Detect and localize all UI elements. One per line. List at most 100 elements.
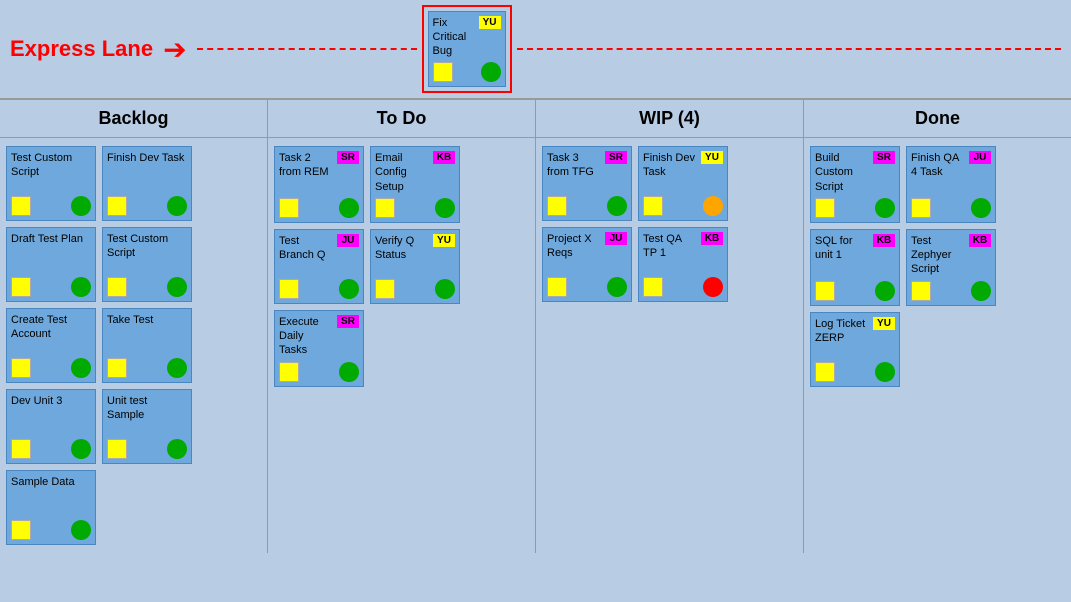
card[interactable]: Dev Unit 3: [6, 389, 96, 464]
express-card-square: [433, 62, 453, 82]
card-top: Task 2 from REMSR: [279, 151, 359, 180]
card-top: Unit test Sample: [107, 394, 187, 423]
card[interactable]: Project X ReqsJU: [542, 227, 632, 302]
card-title: Draft Test Plan: [11, 232, 91, 246]
card-circle: [875, 362, 895, 382]
card[interactable]: Build Custom ScriptSR: [810, 146, 900, 223]
card-badge: KB: [701, 232, 723, 245]
card[interactable]: Create Test Account: [6, 308, 96, 383]
card[interactable]: Sample Data: [6, 470, 96, 545]
card-title: Email Config Setup: [375, 151, 430, 194]
card-title: Test Custom Script: [107, 232, 187, 261]
card[interactable]: Log Ticket ZERPYU: [810, 312, 900, 387]
card[interactable]: Verify Q StatusYU: [370, 229, 460, 304]
card-bottom: [911, 281, 991, 301]
card-title: Test QA TP 1: [643, 232, 698, 261]
express-arrow-icon: ➔: [163, 33, 186, 66]
card-bottom: [11, 196, 91, 216]
card-square: [11, 277, 31, 297]
card-bottom: [911, 198, 991, 218]
card-circle: [607, 277, 627, 297]
card-top: Test Branch QJU: [279, 234, 359, 263]
card-square: [279, 198, 299, 218]
card-square: [643, 277, 663, 297]
card[interactable]: Test Custom Script: [102, 227, 192, 302]
card-title: Take Test: [107, 313, 187, 327]
card-circle: [971, 281, 991, 301]
card[interactable]: Task 3 from TFGSR: [542, 146, 632, 221]
card-top: Finish Dev TaskYU: [643, 151, 723, 180]
columns-area: Test Custom Script Finish Dev Task Draft T…: [0, 138, 1071, 553]
col-header-row: Backlog To Do WIP (4) Done: [0, 100, 1071, 138]
card-top: Test Custom Script: [107, 232, 187, 261]
card-badge: KB: [433, 151, 455, 164]
card[interactable]: Finish Dev TaskYU: [638, 146, 728, 221]
card-bottom: [815, 198, 895, 218]
card-top: Build Custom ScriptSR: [815, 151, 895, 194]
card-top: Dev Unit 3: [11, 394, 91, 408]
card[interactable]: Email Config SetupKB: [370, 146, 460, 223]
express-card-circle: [481, 62, 501, 82]
card-title: Verify Q Status: [375, 234, 430, 263]
column-3: Build Custom ScriptSR Finish QA 4 TaskJU S…: [804, 138, 1071, 553]
card-circle: [703, 277, 723, 297]
card-square: [547, 196, 567, 216]
card-top: Finish QA 4 TaskJU: [911, 151, 991, 180]
card[interactable]: Finish Dev Task: [102, 146, 192, 221]
column-2: Task 3 from TFGSR Finish Dev TaskYU Projec…: [536, 138, 804, 553]
express-lane-title: Express Lane: [10, 36, 153, 62]
card[interactable]: Test Branch QJU: [274, 229, 364, 304]
card-circle: [167, 439, 187, 459]
express-card-area: Fix Critical Bug YU: [422, 5, 512, 94]
card-bottom: [279, 198, 359, 218]
card-title: Test Custom Script: [11, 151, 91, 180]
card-top: Sample Data: [11, 475, 91, 489]
card[interactable]: Finish QA 4 TaskJU: [906, 146, 996, 223]
card-square: [815, 362, 835, 382]
card-square: [11, 358, 31, 378]
card-badge: JU: [337, 234, 359, 247]
col-header-backlog: Backlog: [0, 100, 268, 137]
card-circle: [703, 196, 723, 216]
card-bottom: [547, 196, 627, 216]
card[interactable]: Task 2 from REMSR: [274, 146, 364, 223]
card-square: [11, 439, 31, 459]
card-top: Project X ReqsJU: [547, 232, 627, 261]
express-card-bottom: [433, 62, 501, 82]
card-title: Sample Data: [11, 475, 91, 489]
card-top: Task 3 from TFGSR: [547, 151, 627, 180]
card-title: Finish QA 4 Task: [911, 151, 966, 180]
card-title: Test Zephyer Script: [911, 234, 966, 277]
card-square: [547, 277, 567, 297]
card[interactable]: Unit test Sample: [102, 389, 192, 464]
card-top: Verify Q StatusYU: [375, 234, 455, 263]
card[interactable]: Execute Daily TasksSR: [274, 310, 364, 387]
card-top: SQL for unit 1KB: [815, 234, 895, 263]
express-card[interactable]: Fix Critical Bug YU: [428, 11, 506, 88]
card-top: Test QA TP 1KB: [643, 232, 723, 261]
card-square: [107, 196, 127, 216]
card-badge: YU: [873, 317, 895, 330]
card-square: [911, 281, 931, 301]
card-top: Draft Test Plan: [11, 232, 91, 246]
card[interactable]: SQL for unit 1KB: [810, 229, 900, 306]
card[interactable]: Draft Test Plan: [6, 227, 96, 302]
card[interactable]: Test Zephyer ScriptKB: [906, 229, 996, 306]
card-square: [279, 279, 299, 299]
card[interactable]: Test QA TP 1KB: [638, 227, 728, 302]
card[interactable]: Test Custom Script: [6, 146, 96, 221]
card-bottom: [107, 196, 187, 216]
card-circle: [167, 196, 187, 216]
card[interactable]: Take Test: [102, 308, 192, 383]
card-top: Take Test: [107, 313, 187, 327]
card-square: [107, 439, 127, 459]
card-title: Execute Daily Tasks: [279, 315, 334, 358]
card-bottom: [107, 277, 187, 297]
express-lane: Express Lane ➔ Fix Critical Bug YU: [0, 0, 1071, 100]
card-bottom: [11, 439, 91, 459]
card-title: Dev Unit 3: [11, 394, 91, 408]
column-1: Task 2 from REMSR Email Config SetupKB Tes…: [268, 138, 536, 553]
card-title: Unit test Sample: [107, 394, 187, 423]
card-square: [375, 279, 395, 299]
card-square: [11, 520, 31, 540]
